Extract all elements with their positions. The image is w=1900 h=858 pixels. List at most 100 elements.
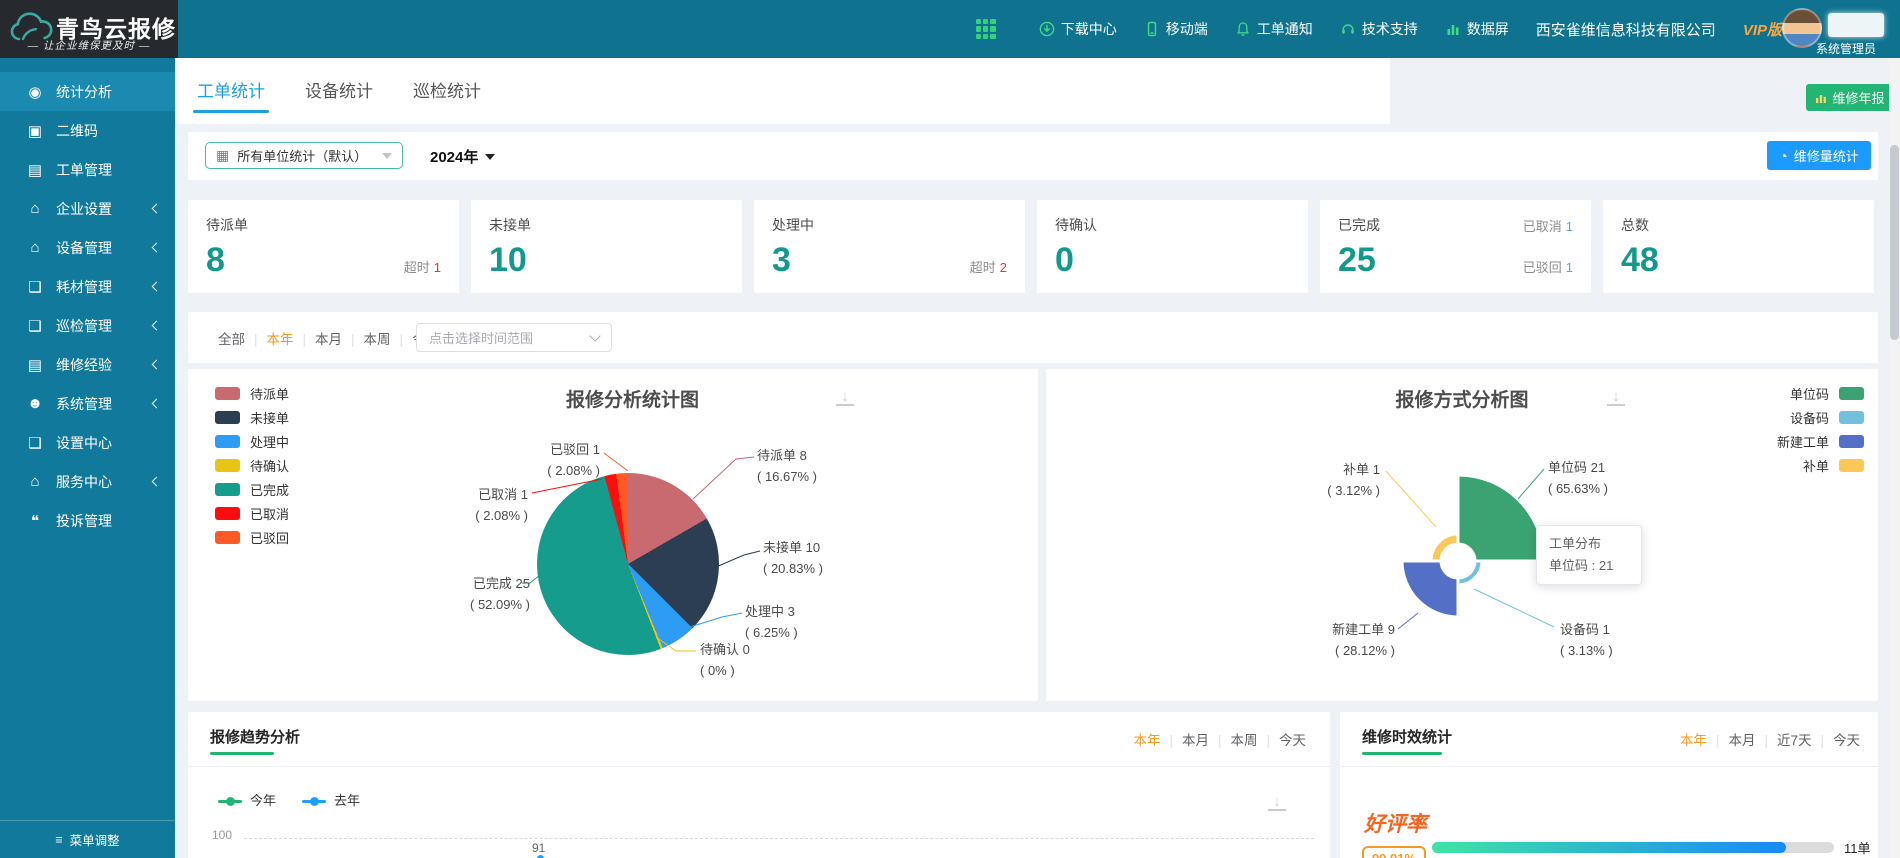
nav-label: 移动端 (1166, 19, 1208, 39)
sidebar-item-inspection[interactable]: ❑ 巡检管理 (0, 306, 175, 345)
nav-tech-support[interactable]: 技术支持 (1340, 19, 1418, 39)
download-chart-icon[interactable]: ↓ (1607, 389, 1625, 406)
petal-xinjiangongdan[interactable] (1402, 561, 1458, 617)
unit-select[interactable]: ▦ 所有单位统计（默认） (205, 142, 403, 169)
legend-item[interactable]: 待派单 (215, 381, 289, 405)
unit-filter-row: ▦ 所有单位统计（默认） 2024年 ◔ 维修量统计 (188, 132, 1878, 180)
label-text: 新建工单 9 (1332, 619, 1395, 640)
date-range-select[interactable]: 点击选择时间范围 (416, 323, 612, 352)
menu-adjust-button[interactable]: ≡ 菜单调整 (0, 820, 175, 858)
sidebar-item-label: 服务中心 (56, 472, 112, 492)
stats-icon: ◉ (26, 83, 44, 101)
year-select-value: 2024年 (430, 146, 478, 167)
sidebar-item-label: 维修经验 (56, 355, 112, 375)
divider (188, 766, 1330, 767)
legend-item[interactable]: 待确认 (215, 453, 289, 477)
legend-label: 已完成 (250, 480, 289, 499)
legend-item[interactable]: 今年 (218, 790, 276, 809)
nav-download-center[interactable]: 下载中心 (1039, 19, 1117, 39)
stat-card-processing: 处理中 3 超时2 (754, 200, 1025, 293)
legend-swatch (215, 483, 240, 496)
nav-mobile[interactable]: 移动端 (1144, 19, 1208, 39)
timeliness-tab-7days[interactable]: 近7天 (1777, 729, 1833, 749)
sidebar-item-enterprise[interactable]: ⌂ 企业设置 (0, 189, 175, 228)
legend-label: 待派单 (250, 384, 289, 403)
user-icon: ☻ (26, 395, 44, 412)
trend-tab-today[interactable]: 今天 (1279, 729, 1306, 749)
tab-inspection-stats[interactable]: 巡检统计 (409, 77, 485, 124)
company-name[interactable]: 西安雀维信息科技有限公司 (1536, 19, 1716, 40)
legend-item[interactable]: 单位码 (1777, 381, 1864, 405)
download-chart-icon[interactable]: ↓ (836, 389, 854, 406)
chart-title: 报修分析统计图 (566, 385, 699, 412)
timeliness-tab-today[interactable]: 今天 (1833, 729, 1860, 749)
tab-device-stats[interactable]: 设备统计 (301, 77, 377, 124)
sidebar-item-system[interactable]: ☻ 系统管理 (0, 384, 175, 423)
stat-title: 未接单 (489, 215, 724, 235)
stats-tabbar: 工单统计 设备统计 巡检统计 (175, 58, 1390, 124)
date-range-placeholder: 点击选择时间范围 (429, 328, 591, 347)
legend-swatch (215, 411, 240, 424)
legend-item[interactable]: 未接单 (215, 405, 289, 429)
sidebar-item-consumable[interactable]: ❑ 耗材管理 (0, 267, 175, 306)
sidebar: ◉ 统计分析 ▣ 二维码 ▤ 工单管理 ⌂ 企业设置 ⌂ 设备管理 (0, 58, 175, 858)
sidebar-item-settings[interactable]: ❑ 设置中心 (0, 423, 175, 462)
legend-swatch (215, 435, 240, 448)
legend-item[interactable]: 去年 (302, 790, 360, 809)
nav-data-screen[interactable]: 数据屏 (1445, 19, 1509, 39)
volume-stats-button[interactable]: ◔ 维修量统计 (1767, 141, 1871, 170)
sidebar-item-experience[interactable]: ▤ 维修经验 (0, 345, 175, 384)
range-this-year[interactable]: 本年 (267, 328, 316, 348)
sidebar-item-label: 设备管理 (56, 238, 112, 258)
user-block[interactable]: 系统管理员 (1782, 0, 1894, 58)
legend-label: 单位码 (1790, 384, 1829, 403)
trend-tab-month[interactable]: 本月 (1182, 729, 1231, 749)
annual-report-button[interactable]: 维修年报 (1806, 84, 1894, 111)
legend-item[interactable]: 补单 (1777, 453, 1864, 477)
scrollbar-thumb[interactable] (1890, 145, 1899, 340)
range-this-month[interactable]: 本月 (315, 328, 364, 348)
repair-analysis-pie[interactable] (537, 473, 719, 655)
bookmark-icon: ❑ (26, 434, 44, 452)
legend-item[interactable]: 处理中 (215, 429, 289, 453)
pie-label-chulizhong: 处理中 3 ( 6.25% ) (745, 601, 798, 643)
legend-item[interactable]: 已完成 (215, 477, 289, 501)
mobile-phone-icon (1144, 21, 1160, 37)
range-all[interactable]: 全部 (218, 328, 267, 348)
scrollbar-track[interactable] (1889, 58, 1900, 858)
sidebar-item-service[interactable]: ⌂ 服务中心 (0, 462, 175, 501)
petal-danweima[interactable] (1458, 475, 1544, 561)
nav-workorder-notice[interactable]: 工单通知 (1235, 19, 1313, 39)
legend-item[interactable]: 已驳回 (215, 525, 289, 549)
sidebar-item-stats[interactable]: ◉ 统计分析 (0, 72, 175, 111)
sidebar-item-label: 投诉管理 (56, 511, 112, 531)
tab-workorder-stats[interactable]: 工单统计 (193, 77, 269, 124)
sidebar-item-workorder[interactable]: ▤ 工单管理 (0, 150, 175, 189)
range-this-week[interactable]: 本周 (364, 328, 413, 348)
legend-item[interactable]: 设备码 (1777, 405, 1864, 429)
logo[interactable]: 青鸟云报修 — 让企业维保更及时 — (0, 0, 178, 58)
label-pct: ( 65.63% ) (1548, 478, 1608, 499)
chevron-left-icon (152, 477, 162, 487)
trend-tab-year[interactable]: 本年 (1133, 729, 1182, 749)
label-text: 补单 1 (1327, 459, 1380, 480)
title-underline (210, 752, 274, 755)
apps-grid-icon[interactable] (976, 19, 996, 39)
legend-item[interactable]: 已取消 (215, 501, 289, 525)
top-header: 下载中心 移动端 工单通知 (0, 0, 1900, 58)
sidebar-item-label: 耗材管理 (56, 277, 112, 297)
mini-chart-icon (1815, 92, 1827, 104)
sidebar-item-qrcode[interactable]: ▣ 二维码 (0, 111, 175, 150)
sidebar-item-device[interactable]: ⌂ 设备管理 (0, 228, 175, 267)
label-pct: ( 6.25% ) (745, 622, 798, 643)
download-chart-icon[interactable]: ↓ (1268, 794, 1286, 811)
timeliness-tab-month[interactable]: 本月 (1728, 729, 1777, 749)
petal-budan[interactable] (1431, 534, 1458, 561)
year-select[interactable]: 2024年 (430, 146, 495, 167)
legend-item[interactable]: 新建工单 (1777, 429, 1864, 453)
sidebar-item-complaint[interactable]: ❝ 投诉管理 (0, 501, 175, 540)
trend-tab-week[interactable]: 本周 (1230, 729, 1279, 749)
petal-shebeima[interactable] (1458, 561, 1482, 585)
timeliness-tab-year[interactable]: 本年 (1680, 729, 1729, 749)
overtime-label: 超时 (970, 260, 996, 275)
